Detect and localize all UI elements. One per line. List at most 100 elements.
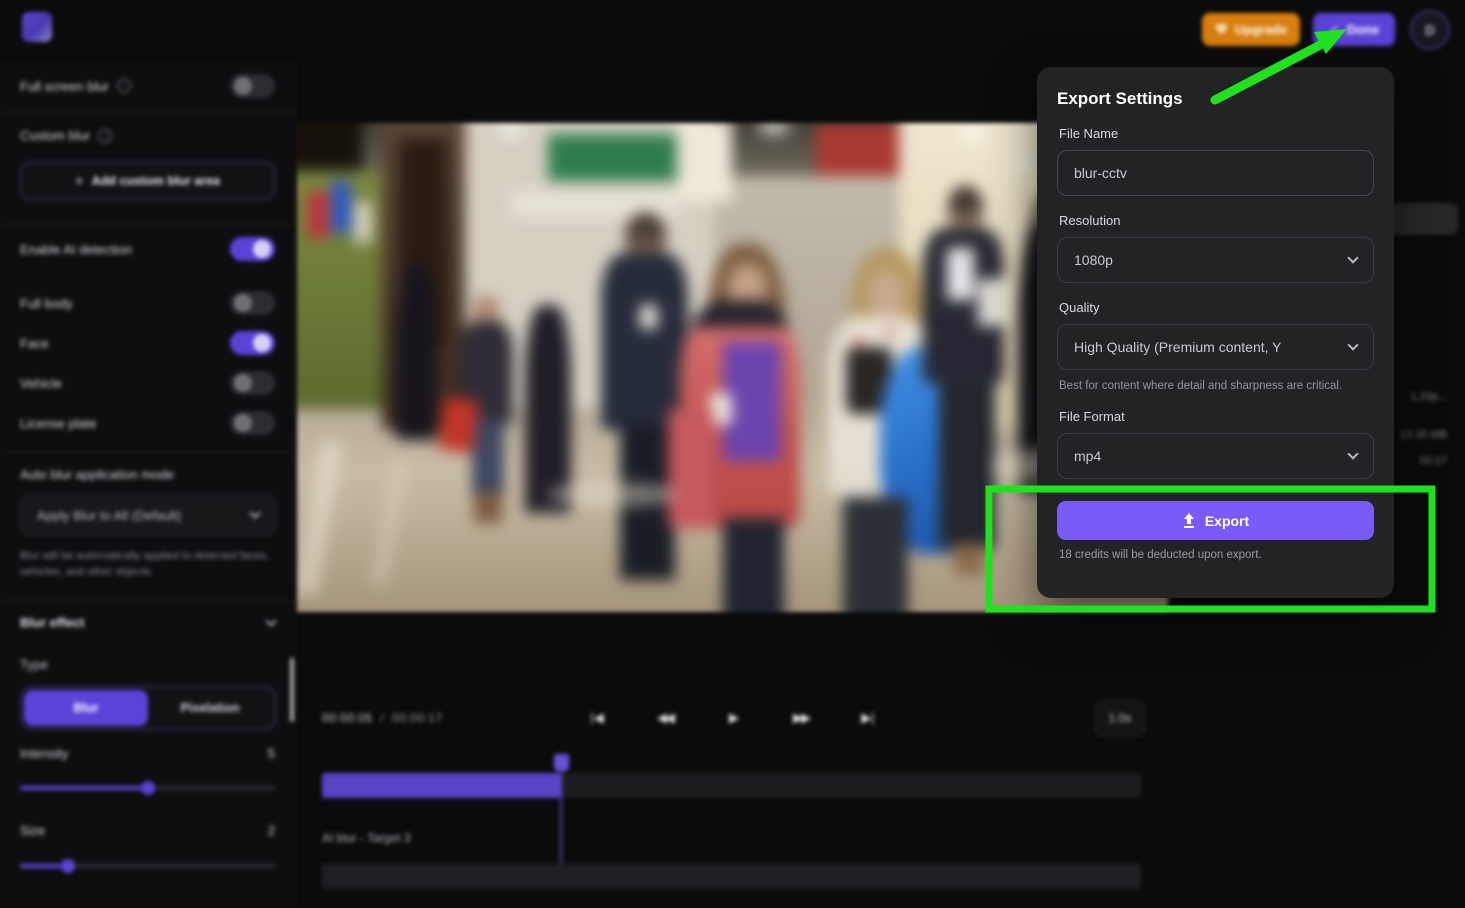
app-logo[interactable] [22, 12, 52, 42]
scene-person [843, 497, 908, 612]
scene-person [723, 518, 784, 612]
skip-to-start-button[interactable]: |◀ [577, 700, 617, 736]
scene-shape [668, 409, 714, 528]
type-label: Type [20, 657, 48, 672]
skip-start-icon: |◀ [590, 710, 603, 726]
file-name-label: File Name [1059, 126, 1372, 141]
chevron-down-icon [1347, 252, 1358, 263]
speed-value: 1.0x [1109, 711, 1132, 725]
progress-fill [322, 773, 560, 798]
export-settings-modal: Export Settings File Name Resolution 108… [1037, 67, 1394, 598]
file-format-value: mp4 [1074, 448, 1101, 464]
file-format-label: File Format [1059, 409, 1372, 424]
chevron-down-icon [1347, 448, 1358, 459]
vehicle-toggle[interactable] [230, 371, 275, 395]
credits-note: 18 credits will be deducted upon export. [1059, 549, 1372, 561]
fast-forward-button[interactable]: ▶▶ [781, 700, 821, 736]
size-slider-knob[interactable] [61, 859, 75, 873]
resolution-label: Resolution [1059, 213, 1372, 228]
upgrade-label: Upgrade [1235, 22, 1288, 37]
tab-pixelation[interactable]: Pixelation [148, 690, 272, 726]
size-slider[interactable] [20, 864, 276, 868]
enable-ai-row: Enable AI detection [20, 237, 275, 261]
divider [0, 112, 297, 113]
scene-shape [947, 248, 975, 300]
face-row: Face [20, 331, 275, 355]
sidebar-scrollbar[interactable] [290, 658, 294, 722]
license-plate-toggle[interactable] [230, 411, 275, 435]
rewind-button[interactable]: ◀◀ [645, 700, 685, 736]
enable-ai-toggle[interactable] [230, 237, 275, 261]
scene-shape [677, 123, 732, 202]
vehicle-label: Vehicle [20, 376, 62, 391]
scene-person [601, 253, 688, 429]
blur-effect-title: Blur effect [20, 615, 84, 630]
full-screen-blur-label: Full screen blur i [20, 79, 131, 94]
playhead-handle[interactable] [554, 754, 569, 771]
full-body-row: Full body [20, 291, 275, 315]
upgrade-button[interactable]: Upgrade [1202, 13, 1300, 46]
quality-value: High Quality (Premium content, Y [1074, 339, 1282, 355]
auto-blur-helper-text: Blur will be automatically applied to de… [20, 548, 270, 580]
size-label: Size [20, 823, 45, 838]
time-separator: / [380, 711, 384, 725]
hidden-panel-text: 13.35 MB [1400, 429, 1447, 441]
play-icon: ▶ [729, 710, 739, 726]
face-label: Face [20, 336, 49, 351]
done-label: Done [1347, 22, 1380, 37]
full-body-toggle[interactable] [230, 291, 275, 315]
info-icon[interactable]: i [117, 79, 131, 93]
check-icon: ✓ [1329, 22, 1340, 38]
track-label: AI blur - Target 3 [322, 831, 411, 845]
full-screen-blur-row: Full screen blur i [20, 74, 275, 98]
size-row: Size 2 [20, 823, 275, 838]
scene-person [472, 419, 503, 497]
hidden-panel-text: 1,29p... [1410, 391, 1447, 403]
export-button-label: Export [1205, 513, 1249, 529]
custom-blur-row: Custom blur i [20, 128, 275, 143]
file-name-input[interactable] [1057, 150, 1374, 196]
auto-blur-mode-select[interactable]: Apply Blur to All (Default) [20, 494, 276, 536]
avatar-initial: D [1425, 22, 1435, 38]
auto-blur-mode-label: Auto blur application mode [20, 467, 174, 482]
time-display: 00:00:05 / 00:00:17 [322, 711, 443, 725]
scene-person [396, 264, 438, 440]
tab-blur[interactable]: Blur [24, 690, 148, 726]
add-custom-blur-label: Add custom blur area [92, 174, 221, 188]
resolution-select[interactable]: 1080p [1057, 237, 1374, 283]
playback-speed-button[interactable]: 1.0x [1095, 700, 1145, 736]
skip-to-end-button[interactable]: ▶| [848, 700, 888, 736]
scene-shape [308, 191, 328, 238]
settings-sidebar: Full screen blur i Custom blur i + Add c… [0, 60, 297, 908]
resolution-value: 1080p [1074, 252, 1113, 268]
timeline-progress-bar[interactable] [322, 773, 1141, 798]
quality-label: Quality [1059, 300, 1372, 315]
quality-select[interactable]: High Quality (Premium content, Y [1057, 324, 1374, 370]
intensity-slider-knob[interactable] [141, 781, 155, 795]
intensity-slider[interactable] [20, 786, 276, 790]
scene-shape [853, 336, 864, 346]
user-avatar[interactable]: D [1410, 10, 1450, 50]
upload-icon [1182, 513, 1196, 528]
file-format-select[interactable]: mp4 [1057, 433, 1374, 479]
scene-shape [954, 124, 991, 145]
scene-person [939, 383, 994, 549]
face-toggle[interactable] [230, 331, 275, 355]
blur-effect-header[interactable]: Blur effect [20, 615, 275, 630]
scene-shape [1009, 155, 1037, 171]
custom-blur-label: Custom blur i [20, 128, 112, 143]
play-button[interactable]: ▶ [714, 700, 754, 736]
intensity-row: Intensity 5 [20, 746, 275, 761]
scene-shape [437, 396, 479, 452]
auto-blur-mode-value: Apply Blur to All (Default) [37, 508, 182, 523]
blur-track[interactable] [322, 864, 1141, 889]
full-screen-blur-toggle[interactable] [230, 74, 275, 98]
info-icon[interactable]: i [98, 129, 112, 143]
intensity-label: Intensity [20, 746, 68, 761]
export-button[interactable]: Export [1057, 501, 1374, 540]
done-button[interactable]: ✓ Done [1313, 13, 1395, 46]
add-custom-blur-button[interactable]: + Add custom blur area [20, 162, 275, 200]
total-time: 00:00:17 [392, 711, 443, 725]
plus-icon: + [75, 173, 84, 190]
blur-type-segmented-control: Blur Pixelation [20, 686, 276, 730]
